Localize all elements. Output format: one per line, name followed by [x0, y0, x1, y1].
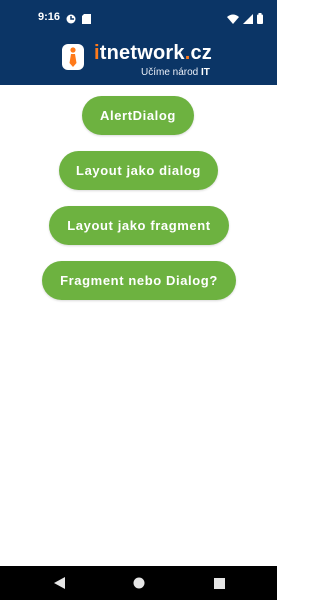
fragment-nebo-dialog-button[interactable]: Fragment nebo Dialog? — [42, 261, 236, 300]
brand-tagline: Učíme národ IT — [141, 67, 210, 78]
wifi-icon — [227, 11, 239, 29]
home-icon[interactable] — [131, 575, 147, 591]
app-header: 9:16 itnetwork.cz Učíme národ IT — [0, 0, 277, 85]
status-bar: 9:16 — [0, 0, 277, 34]
app-notification-icon — [66, 11, 76, 29]
back-icon[interactable] — [51, 575, 67, 591]
itnetwork-logo: itnetwork.cz Učíme národ IT — [62, 42, 232, 80]
sd-card-icon — [82, 11, 91, 29]
recents-icon[interactable] — [211, 575, 227, 591]
layout-jako-fragment-button[interactable]: Layout jako fragment — [49, 206, 229, 245]
layout-jako-dialog-button[interactable]: Layout jako dialog — [59, 151, 218, 190]
battery-icon — [257, 11, 263, 29]
brand-name: itnetwork.cz — [94, 42, 213, 64]
alert-dialog-button[interactable]: AlertDialog — [82, 96, 194, 135]
navigation-bar — [0, 566, 277, 600]
status-time: 9:16 — [38, 11, 61, 23]
itnetwork-logo-icon — [62, 44, 84, 70]
cell-signal-icon — [243, 11, 253, 29]
